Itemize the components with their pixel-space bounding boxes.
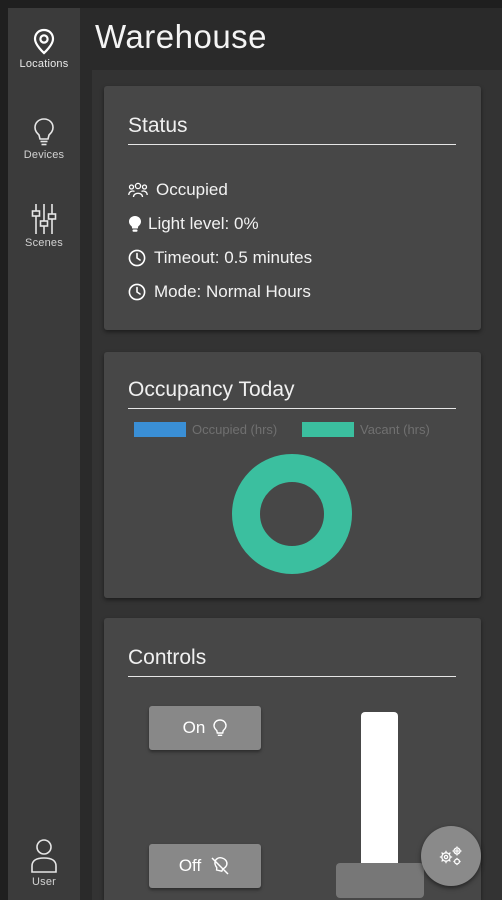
- nav-item-label: User: [31, 876, 57, 888]
- clock-icon: [128, 249, 146, 267]
- user-icon: [31, 839, 57, 873]
- nav-item-scenes[interactable]: Scenes: [8, 203, 80, 249]
- nav-item-devices[interactable]: Devices: [8, 117, 80, 161]
- card-title: Occupancy Today: [128, 378, 295, 401]
- legend-label-occupied: Occupied (hrs): [192, 422, 278, 437]
- card-title: Controls: [128, 646, 207, 669]
- lightbulb-filled-icon: [129, 216, 141, 232]
- sliders-icon: [31, 204, 57, 234]
- on-label: On: [182, 718, 206, 737]
- timeout-status: Timeout: 0.5 minutes: [128, 248, 312, 268]
- off-label: Off: [178, 856, 202, 875]
- dimmer-slider-thumb[interactable]: [336, 863, 424, 898]
- lightbulb-icon: [34, 118, 54, 146]
- mode-text: Mode: Normal Hours: [154, 282, 311, 301]
- nav-item-label: Scenes: [25, 237, 63, 249]
- occupancy-text: Occupied: [156, 180, 228, 199]
- legend-swatch-occupied: [134, 422, 186, 437]
- timeout-text: Timeout: 0.5 minutes: [154, 248, 313, 267]
- people-icon: [128, 182, 148, 198]
- light-level-text: Light level: 0%: [148, 214, 259, 233]
- location-pin-icon: [33, 28, 55, 55]
- settings-fab[interactable]: [421, 826, 481, 886]
- occupancy-donut-chart: [232, 454, 352, 574]
- nav-item-label: Devices: [23, 149, 65, 161]
- gears-icon: [439, 846, 462, 866]
- status-card: Status Occupied Light level: 0% Timeout:…: [104, 86, 481, 330]
- page-title: Warehouse: [95, 18, 268, 55]
- divider: [128, 408, 456, 409]
- card-title: Status: [128, 114, 188, 137]
- clock-icon: [128, 283, 146, 301]
- divider: [128, 676, 456, 677]
- dimmer-slider-track[interactable]: [361, 712, 398, 876]
- occupancy-status: Occupied: [128, 180, 228, 200]
- lights-on-button[interactable]: On: [149, 706, 261, 750]
- donut-slice-vacant-hrs: [232, 454, 352, 574]
- nav-item-locations[interactable]: Locations: [8, 28, 80, 70]
- nav-item-label: Locations: [19, 58, 69, 70]
- lightbulb-off-icon: [211, 857, 229, 875]
- mode-status: Mode: Normal Hours: [128, 282, 311, 302]
- nav-item-user[interactable]: User: [8, 838, 80, 888]
- divider: [128, 144, 456, 145]
- lights-off-button[interactable]: Off: [149, 844, 261, 888]
- lightbulb-icon: [213, 718, 228, 736]
- light-level-status: Light level: 0%: [128, 214, 259, 234]
- legend-label-vacant: Vacant (hrs): [360, 422, 430, 437]
- legend-swatch-vacant: [302, 422, 354, 437]
- occupancy-card: Occupancy Today Occupied (hrs) Vacant (h…: [104, 352, 481, 598]
